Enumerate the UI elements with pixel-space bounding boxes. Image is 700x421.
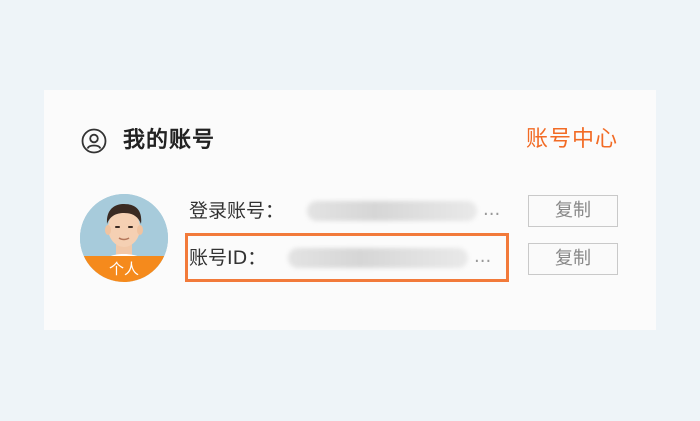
avatar-badge: 个人 — [80, 256, 168, 282]
login-account-label: 登录账号： — [189, 200, 285, 222]
copy-login-account-button[interactable]: 复制 — [528, 195, 618, 227]
copy-account-id-button[interactable]: 复制 — [528, 243, 618, 275]
page-title: 我的账号 — [123, 128, 216, 153]
account-id-ellipsis: ... — [474, 246, 492, 267]
login-account-value-blurred — [307, 201, 477, 221]
user-circle-icon — [81, 128, 107, 154]
account-id-value-blurred — [288, 248, 468, 268]
login-account-ellipsis: ... — [483, 199, 501, 220]
account-center-link[interactable]: 账号中心 — [526, 125, 618, 155]
my-account-card: 我的账号 账号中心 个人 登录账号： ... 复制 账号ID： ... 复制 — [44, 90, 656, 330]
account-id-label: 账号ID： — [189, 247, 267, 269]
avatar: 个人 — [80, 194, 168, 282]
